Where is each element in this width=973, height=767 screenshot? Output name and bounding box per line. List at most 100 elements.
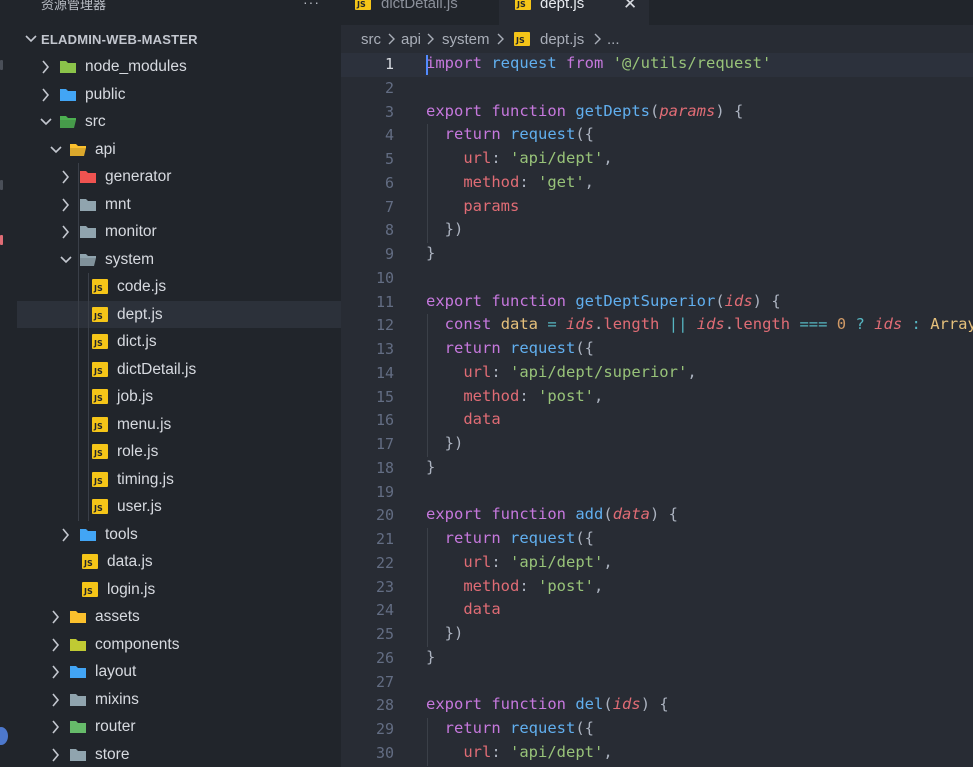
js-file-icon: JS — [92, 416, 108, 432]
line-number: 13 — [375, 340, 394, 358]
tab-dictdetail[interactable]: JS dictDetail.js — [341, 0, 496, 25]
code-line[interactable]: 21 return request({ — [341, 528, 973, 552]
folder-item[interactable]: components — [17, 631, 341, 659]
breadcrumb-item[interactable]: src — [361, 31, 381, 48]
code-line[interactable]: 6 method: 'get', — [341, 172, 973, 196]
code-line[interactable]: 4 return request({ — [341, 124, 973, 148]
code-line[interactable]: 18} — [341, 457, 973, 481]
code-line[interactable]: 16 data — [341, 409, 973, 433]
line-number: 18 — [375, 458, 394, 477]
file-item[interactable]: JS menu.js — [17, 411, 341, 439]
folder-label: generator — [105, 168, 172, 185]
folder-item[interactable]: layout — [17, 658, 341, 686]
code-line[interactable]: 24 data — [341, 599, 973, 623]
folder-icon — [70, 693, 86, 706]
line-number: 26 — [375, 648, 394, 667]
folder-item[interactable]: monitor — [17, 218, 341, 246]
code-line[interactable]: 26} — [341, 647, 973, 671]
code-line[interactable]: 15 method: 'post', — [341, 386, 973, 410]
code-line[interactable]: 17 }) — [341, 433, 973, 457]
line-number: 7 — [384, 197, 394, 216]
file-item[interactable]: JS dept.js — [17, 300, 341, 328]
account-badge-icon[interactable] — [0, 727, 8, 745]
breadcrumb-item[interactable]: dept.js — [540, 31, 584, 48]
line-number: 1 — [384, 55, 394, 73]
code-line[interactable]: 19 — [341, 481, 973, 505]
code-line[interactable]: 13 return request({ — [341, 338, 973, 362]
code-line[interactable]: 9} — [341, 243, 973, 267]
code-editor[interactable]: 1 import request from '@/utils/request' 2 3… — [341, 53, 973, 767]
close-tab-button[interactable]: ✕ — [623, 0, 637, 14]
file-item[interactable]: JS login.js — [17, 576, 341, 604]
line-number: 11 — [375, 292, 394, 311]
folder-item[interactable]: public — [17, 81, 341, 109]
folder-item[interactable]: api — [17, 136, 341, 164]
breadcrumb-item[interactable]: api — [401, 31, 421, 48]
js-file-icon: JS — [92, 499, 108, 514]
folder-label: router — [95, 718, 136, 735]
workspace-root[interactable]: ELADMIN-WEB-MASTER — [17, 26, 341, 53]
line-number: 25 — [375, 625, 394, 643]
code-line[interactable]: 25 }) — [341, 623, 973, 647]
code-line[interactable]: 7 params — [341, 196, 973, 220]
chevron-right-icon — [62, 225, 70, 239]
code-line[interactable]: 10 — [341, 267, 973, 291]
folder-item[interactable]: router — [17, 713, 341, 741]
code-line[interactable]: 12 const data = ids.length || ids.length… — [341, 314, 973, 338]
code-line[interactable]: 5 url: 'api/dept', — [341, 148, 973, 172]
folder-label: layout — [95, 663, 137, 680]
activity-indicator — [0, 60, 3, 70]
folder-item[interactable]: system — [17, 246, 341, 274]
code-line[interactable]: 2 — [341, 77, 973, 101]
breadcrumb-item[interactable]: system — [442, 31, 490, 48]
folder-item[interactable]: tools — [17, 521, 341, 549]
code-line[interactable]: 29 return request({ — [341, 718, 973, 742]
folder-item[interactable]: mixins — [17, 686, 341, 714]
js-file-icon: JS — [82, 554, 98, 569]
folder-item[interactable]: node_modules — [17, 53, 341, 81]
code-text: data — [463, 600, 501, 619]
file-label: login.js — [107, 580, 156, 598]
code-text: } — [426, 457, 436, 476]
svg-text:JS: JS — [516, 0, 526, 9]
file-item[interactable]: JS dictDetail.js — [17, 356, 341, 384]
file-item[interactable]: JS user.js — [17, 493, 341, 521]
code-line[interactable]: 27 — [341, 671, 973, 695]
code-line[interactable]: 1 import request from '@/utils/request' — [341, 53, 973, 77]
file-item[interactable]: JS job.js — [17, 383, 341, 411]
file-item[interactable]: JS code.js — [17, 273, 341, 301]
folder-label: api — [95, 140, 116, 158]
file-item[interactable]: JS data.js — [17, 548, 341, 576]
file-item[interactable]: JS dict.js — [17, 328, 341, 356]
js-file-icon: JS — [92, 444, 108, 459]
js-file-icon: JS — [92, 361, 108, 377]
js-file-icon: JS — [92, 471, 108, 487]
code-line[interactable]: 30 url: 'api/dept', — [341, 742, 973, 766]
folder-label: mixins — [95, 690, 139, 708]
code-line[interactable]: 14 url: 'api/dept/superior', — [341, 362, 973, 386]
folder-label: node_modules — [85, 58, 187, 75]
file-item[interactable]: JS role.js — [17, 438, 341, 466]
file-item[interactable]: JS timing.js — [17, 466, 341, 494]
folder-item[interactable]: generator — [17, 163, 341, 191]
more-actions-button[interactable]: ··· — [303, 0, 320, 10]
chevron-down-icon — [60, 255, 72, 263]
code-line[interactable]: 20 export function add(data) { — [341, 504, 973, 528]
code-line[interactable]: 22 url: 'api/dept', — [341, 552, 973, 576]
layout-folder-icon — [70, 666, 86, 678]
tab-dept[interactable]: JS dept.js ✕ — [499, 0, 649, 25]
folder-item[interactable]: src — [17, 108, 341, 136]
folder-item[interactable]: assets — [17, 603, 341, 631]
folder-item[interactable]: mnt — [17, 191, 341, 219]
code-line[interactable]: 11 export function getDeptSuperior(ids) { — [341, 291, 973, 315]
file-label: dept.js — [117, 305, 163, 323]
code-line[interactable]: 3 export function getDepts(params) { — [341, 101, 973, 125]
code-line[interactable]: 28 export function del(ids) { — [341, 694, 973, 718]
folder-label: public — [85, 85, 126, 103]
breadcrumb-item[interactable]: ... — [607, 31, 620, 48]
folder-icon — [80, 226, 96, 238]
code-line[interactable]: 8 }) — [341, 219, 973, 243]
code-line[interactable]: 23 method: 'post', — [341, 576, 973, 600]
folder-item[interactable]: store — [17, 741, 341, 767]
line-number: 14 — [375, 363, 394, 382]
